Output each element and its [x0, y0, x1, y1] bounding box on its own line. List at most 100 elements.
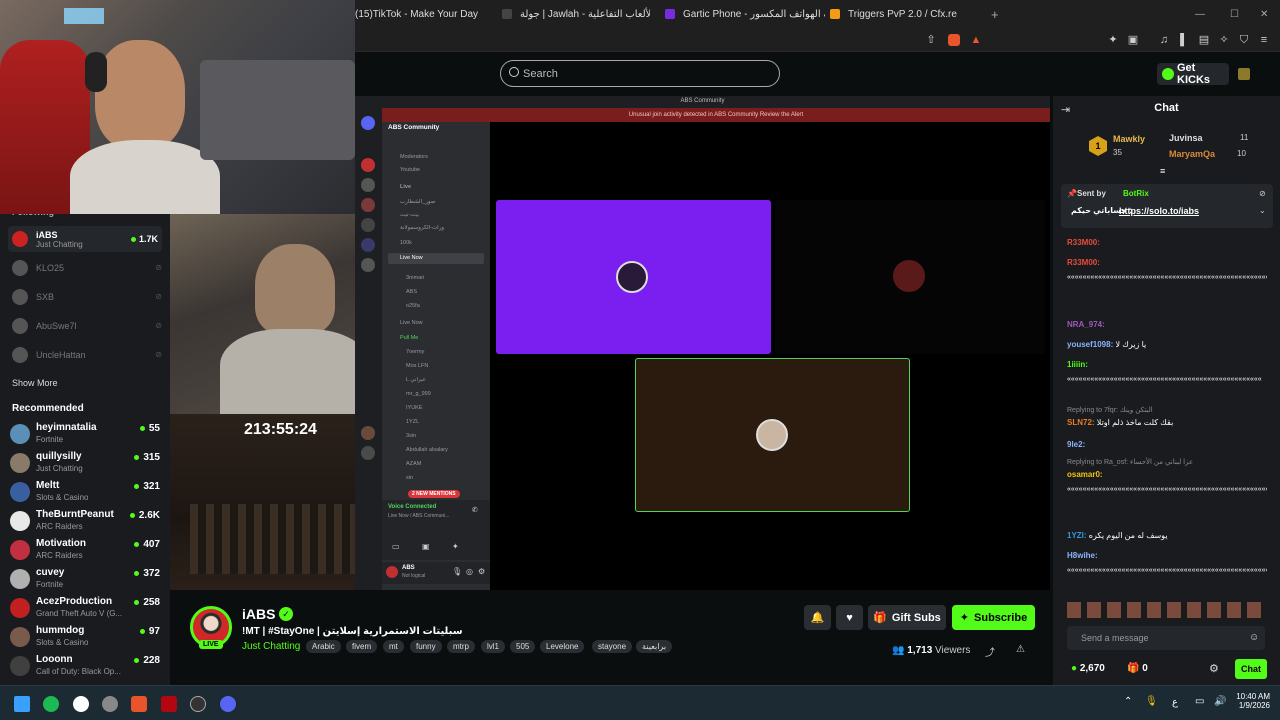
share-icon[interactable]: ⇧ [925, 34, 937, 46]
notification-bell-button[interactable]: 🔔 [804, 605, 831, 630]
discord-voice-user[interactable]: AZAM [388, 459, 484, 470]
netflix-icon[interactable] [161, 696, 177, 712]
discord-alert-banner[interactable]: Unusual join activity detected in ABS Co… [382, 108, 1050, 122]
menu-icon[interactable]: ≡ [1258, 34, 1270, 46]
chat-message-input[interactable]: Send a message ☺ [1067, 626, 1265, 650]
microphone-tray-icon[interactable]: 🎙 [1145, 696, 1158, 707]
discord-home-icon[interactable] [361, 116, 375, 130]
server-icon[interactable] [361, 198, 375, 212]
browser-tab-gartic[interactable]: Gartic Phone - لعبة الهواتف المكسور [665, 0, 825, 28]
stream-tag[interactable]: 505 [510, 640, 536, 653]
discord-channel[interactable]: بيت-نيت [388, 210, 484, 221]
discord-voice-channel[interactable]: Live Now [388, 318, 484, 329]
leo-ai-icon[interactable]: ✧ [1218, 34, 1230, 46]
settings-gear-icon[interactable]: ⚙ [478, 567, 485, 576]
leaderboard-name[interactable]: Juvinsa [1169, 133, 1203, 143]
input-language[interactable]: ع [1172, 697, 1178, 708]
discord-voice-user[interactable]: Mos LFN [388, 361, 484, 372]
show-more-link[interactable]: Show More [12, 378, 58, 388]
share-icon[interactable]: ⤴ [985, 644, 995, 659]
brave-rewards-icon[interactable]: ▲ [970, 34, 982, 46]
pinned-link[interactable]: https://solo.to/iabs [1119, 206, 1199, 216]
report-warning-icon[interactable]: ⚠ [1016, 644, 1025, 655]
camera-icon[interactable]: ▭ [392, 542, 400, 551]
stream-tag[interactable]: Levelone [540, 640, 585, 653]
leaderboard-toggle-icon[interactable]: ≡ [1160, 166, 1165, 176]
sidebar-item-klo25[interactable]: KLO25 ⊘ [8, 256, 162, 279]
sidebar-item-quillysilly[interactable]: quillysilly Just Chatting 315 [10, 450, 160, 478]
stream-category-link[interactable]: Just Chatting [242, 641, 300, 652]
headphones-icon[interactable]: ◎ [466, 567, 473, 576]
discord-voice-channel[interactable]: Pull Me [388, 333, 484, 344]
voice-tile-speaking[interactable] [635, 358, 910, 512]
reply-context[interactable]: Replying to Ra_osf: عزا لبناني من الأحسا… [1067, 458, 1193, 466]
discord-voice-user[interactable]: mr_g_999 [388, 389, 484, 400]
vpn-shield-icon[interactable]: ⛉ [1238, 34, 1250, 46]
discord-voice-user[interactable]: sin [388, 473, 484, 484]
obs-icon[interactable] [73, 696, 89, 712]
browser-tab-cfx[interactable]: Triggers PvP 2.0 / Cfx.re [830, 0, 980, 28]
discord-voice-user[interactable]: 3mmari [388, 273, 484, 284]
discord-channel[interactable]: Youtube [388, 165, 484, 176]
chat-settings-gear-icon[interactable]: ⚙ [1209, 662, 1219, 675]
search-input[interactable]: Search [500, 60, 780, 87]
discord-channel[interactable]: ورات-الكروسمولانة [388, 223, 484, 234]
sidebar-item-hummdog[interactable]: hummdog Slots & Casino 97 [10, 624, 160, 652]
voice-tile-active[interactable] [496, 200, 771, 354]
taskbar-clock[interactable]: 10:40 AM 1/9/2026 [1232, 692, 1270, 710]
sidebar-item-sxb[interactable]: SXB ⊘ [8, 285, 162, 308]
sidebar-item-unclehattan[interactable]: UncleHattan ⊘ [8, 343, 162, 366]
follow-heart-button[interactable]: ♥ [836, 605, 863, 630]
discord-voice-user[interactable]: ABS [388, 287, 484, 298]
discord-server-name[interactable]: ABS Community [388, 124, 439, 131]
chat-send-button[interactable]: Chat [1235, 659, 1267, 679]
sidebar-item-motivation[interactable]: Motivation ARC Raiders 407 [10, 537, 160, 565]
emoji-picker-icon[interactable]: ☺ [1249, 626, 1259, 650]
network-icon[interactable]: ▭ [1195, 696, 1204, 707]
new-tab-button[interactable]: + [991, 0, 1003, 28]
unpin-icon[interactable]: ⊘ [1259, 189, 1266, 198]
sidebar-toggle-icon[interactable]: ▌ [1178, 34, 1190, 46]
leaderboard-name[interactable]: Mawkly [1113, 134, 1145, 144]
stream-tag[interactable]: funny [410, 640, 442, 653]
discord-channel[interactable]: صور_الشطارب [388, 197, 484, 208]
server-icon[interactable] [361, 446, 375, 460]
sidebar-item-acezproduction[interactable]: AcezProduction Grand Theft Auto V (G... … [10, 595, 160, 623]
activities-icon[interactable]: ✦ [452, 542, 459, 551]
sidebar-item-meltt[interactable]: Meltt Slots & Casino 321 [10, 479, 160, 507]
volume-icon[interactable]: 🔊 [1214, 696, 1226, 707]
new-mentions-pill[interactable]: 2 NEW MENTIONS [408, 490, 460, 498]
brave-browser-icon[interactable] [131, 696, 147, 712]
reply-context[interactable]: Replying to 7fqr: البتكن وينك [1067, 406, 1153, 414]
stream-tag[interactable]: mt [383, 640, 404, 653]
subscribe-button[interactable]: ✦ Subscribe [952, 605, 1035, 630]
sidebar-item-cuvey[interactable]: cuvey Fortnite 372 [10, 566, 160, 594]
stream-tag[interactable]: برابعينة [636, 640, 673, 653]
extensions-icon[interactable]: ✦ [1107, 34, 1119, 46]
server-icon[interactable] [361, 158, 375, 172]
close-window-icon[interactable]: ✕ [1260, 0, 1272, 28]
server-icon[interactable] [361, 218, 375, 232]
discord-voice-user[interactable]: 7oermy [388, 347, 484, 358]
minimize-window-icon[interactable]: — [1195, 0, 1207, 28]
sidebar-item-theburntpeanut[interactable]: TheBurntPeanut ARC Raiders 2.6K [10, 508, 160, 536]
spotify-icon[interactable] [43, 696, 59, 712]
sidebar-item-heyimnatalia[interactable]: heyimnatalia Fortnite 55 [10, 421, 160, 449]
discord-category[interactable]: Live [388, 182, 484, 193]
microphone-icon[interactable]: 🎙 [452, 567, 462, 576]
emote-quick-bar[interactable] [1067, 602, 1267, 618]
discord-voice-user[interactable]: L عبراني [388, 375, 484, 386]
discord-voice-user[interactable]: Abdullah alsalary [388, 445, 484, 456]
stream-tag[interactable]: stayone [592, 640, 633, 653]
voice-tile[interactable] [775, 200, 1045, 354]
discord-voice-user[interactable]: 1YZL [388, 417, 484, 428]
browser-tab-tiktok[interactable]: (15)TikTok - Make Your Day [355, 0, 490, 28]
tray-chevron-up-icon[interactable]: ⌃ [1124, 696, 1132, 707]
profile-avatar[interactable] [1238, 68, 1250, 80]
stream-tag[interactable]: fivem [346, 640, 378, 653]
music-icon[interactable]: ♫ [1158, 34, 1170, 46]
discord-channel[interactable]: 100k [388, 238, 484, 249]
kicks-balance[interactable]: ● 2,670 [1071, 663, 1105, 674]
discord-voice-user[interactable]: IYUKE [388, 403, 484, 414]
disconnect-icon[interactable]: ✆ [472, 506, 478, 514]
